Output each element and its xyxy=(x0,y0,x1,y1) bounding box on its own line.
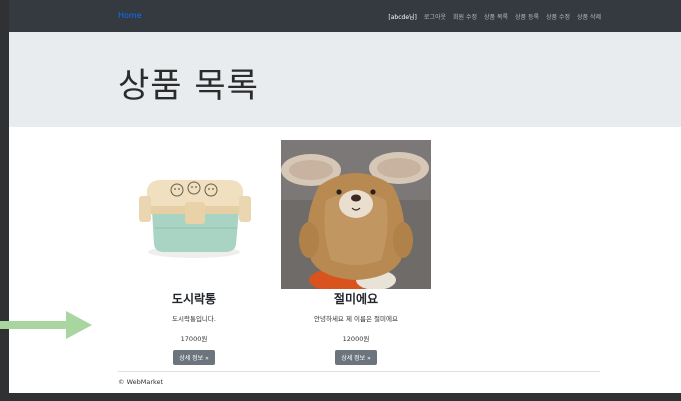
nav-product-list-link[interactable]: 상품 목록 xyxy=(484,12,508,21)
product-card: 절미에요 안녕하세요 제 이름은 절미에요 12000원 상세 정보 » xyxy=(281,140,431,365)
detail-button[interactable]: 상세 정보 » xyxy=(173,350,215,365)
home-link[interactable]: Home xyxy=(118,11,142,20)
nav-edit-member-link[interactable]: 회원 수정 xyxy=(453,12,477,21)
product-price: 17000원 xyxy=(180,335,208,343)
nav-menu: [abcde님] 로그아웃 회원 수정 상품 목록 상품 등록 상품 수정 상품… xyxy=(388,12,601,21)
nav-delete-product-link[interactable]: 상품 삭제 xyxy=(577,12,601,21)
nav-user-label: [abcde님] xyxy=(388,14,417,21)
product-card: 도시락통 도시락통입니다. 17000원 상세 정보 » xyxy=(119,140,269,365)
nav-edit-product-link[interactable]: 상품 수정 xyxy=(546,12,570,21)
product-description: 도시락통입니다. xyxy=(172,315,216,323)
jumbotron: 상품 목록 xyxy=(9,32,681,127)
page-title: 상품 목록 xyxy=(118,66,259,106)
product-price: 12000원 xyxy=(342,335,370,343)
nav-add-product-link[interactable]: 상품 등록 xyxy=(515,12,539,21)
nav-logout-link[interactable]: 로그아웃 xyxy=(424,12,446,21)
detail-button[interactable]: 상세 정보 » xyxy=(335,350,377,365)
footer-copyright: © WebMarket xyxy=(118,378,164,386)
product-name: 절미에요 xyxy=(333,292,379,306)
plush-toy-image xyxy=(281,140,431,292)
browser-viewport: Home [abcde님] 로그아웃 회원 수정 상품 목록 상품 등록 상품 … xyxy=(9,0,681,393)
arrow-annotation-icon xyxy=(0,311,92,339)
lunchbox-image xyxy=(119,140,269,289)
footer-divider xyxy=(118,371,600,372)
navbar: Home [abcde님] 로그아웃 회원 수정 상품 목록 상품 등록 상품 … xyxy=(9,0,681,32)
product-description: 안녕하세요 제 이름은 절미에요 xyxy=(314,315,398,323)
product-name: 도시락통 xyxy=(171,292,217,306)
